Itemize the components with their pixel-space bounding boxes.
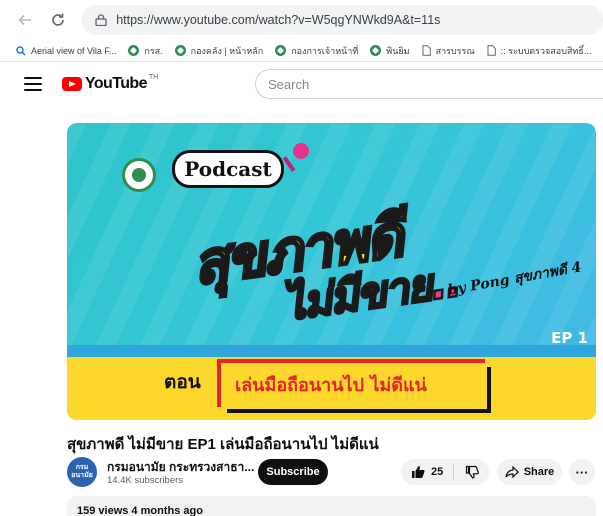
views-and-date: 159 views 4 months ago <box>77 505 203 516</box>
episode-word: ตอน <box>164 371 201 393</box>
thumbs-up-icon <box>412 466 425 478</box>
site-info-icon[interactable] <box>95 14 107 26</box>
site-shield-icon <box>174 45 186 56</box>
search-input[interactable] <box>255 69 603 99</box>
page-icon <box>487 45 496 56</box>
arrow-left-icon <box>18 14 31 26</box>
video-player[interactable]: Podcast สุขภาพดี ไม่มีขาย.. by Pong สุขภ… <box>67 123 596 420</box>
browser-toolbar: https://www.youtube.com/watch?v=W5qgYNWk… <box>0 0 603 40</box>
youtube-play-icon <box>62 77 82 91</box>
reload-button[interactable] <box>46 7 72 33</box>
youtube-header: YouTube TH <box>0 62 603 108</box>
address-bar[interactable]: https://www.youtube.com/watch?v=W5qgYNWk… <box>81 5 603 35</box>
bookmark-item[interactable]: กองการเจ้าหน้าที่ <box>275 44 358 58</box>
bookmarks-bar: Aerial view of Vila F... กรส. กองคลัง | … <box>0 40 603 62</box>
bookmark-item[interactable]: พินยิม <box>370 44 410 58</box>
episode-title: เล่นมือถือนานไป ไม่ดีแน่ <box>235 375 427 396</box>
subscriber-count: 14.4K subscribers <box>107 475 184 486</box>
share-button[interactable]: Share <box>497 459 562 485</box>
youtube-logo[interactable]: YouTube TH <box>62 74 158 93</box>
back-button[interactable] <box>12 7 38 33</box>
hamburger-menu-icon[interactable] <box>24 77 42 91</box>
browser-window: https://www.youtube.com/watch?v=W5qgYNWk… <box>0 0 603 516</box>
subscribe-button[interactable]: Subscribe <box>258 459 328 485</box>
site-shield-icon <box>275 45 287 56</box>
channel-avatar[interactable]: กรม อนามัย <box>67 457 97 487</box>
bookmark-item[interactable]: กรส. <box>128 44 163 58</box>
site-shield-icon <box>128 45 140 56</box>
thumbs-down-icon <box>465 465 479 479</box>
podcast-label: Podcast <box>172 150 284 188</box>
more-actions-button[interactable]: ··· <box>569 459 595 485</box>
bookmark-item[interactable]: Aerial view of Vila F... <box>16 46 116 56</box>
bookmark-item[interactable]: กองคลัง | หน้าหลัก <box>174 44 263 58</box>
url-text: https://www.youtube.com/watch?v=W5qgYNWk… <box>116 13 441 27</box>
like-count: 25 <box>431 466 444 478</box>
share-arrow-icon <box>505 466 519 478</box>
page-icon <box>422 45 431 56</box>
description-box[interactable]: 159 views 4 months ago <box>67 496 596 516</box>
site-shield-icon <box>370 45 382 56</box>
like-dislike-group: 25 <box>401 459 489 485</box>
ministry-logo <box>122 158 156 192</box>
reload-icon <box>52 13 65 26</box>
microphone-icon <box>293 143 309 159</box>
bookmark-item[interactable]: :: ระบบตรวจสอบสิทธิ์... <box>487 44 591 58</box>
dislike-button[interactable] <box>454 459 489 485</box>
episode-badge: EP 1 <box>551 329 588 347</box>
like-button[interactable]: 25 <box>401 459 453 485</box>
bookmark-item[interactable]: สารบรรณ <box>422 44 475 58</box>
search-icon <box>16 45 26 56</box>
video-title: สุขภาพดี ไม่มีขาย EP1 เล่นมือถือนานไป ไม… <box>67 436 379 453</box>
